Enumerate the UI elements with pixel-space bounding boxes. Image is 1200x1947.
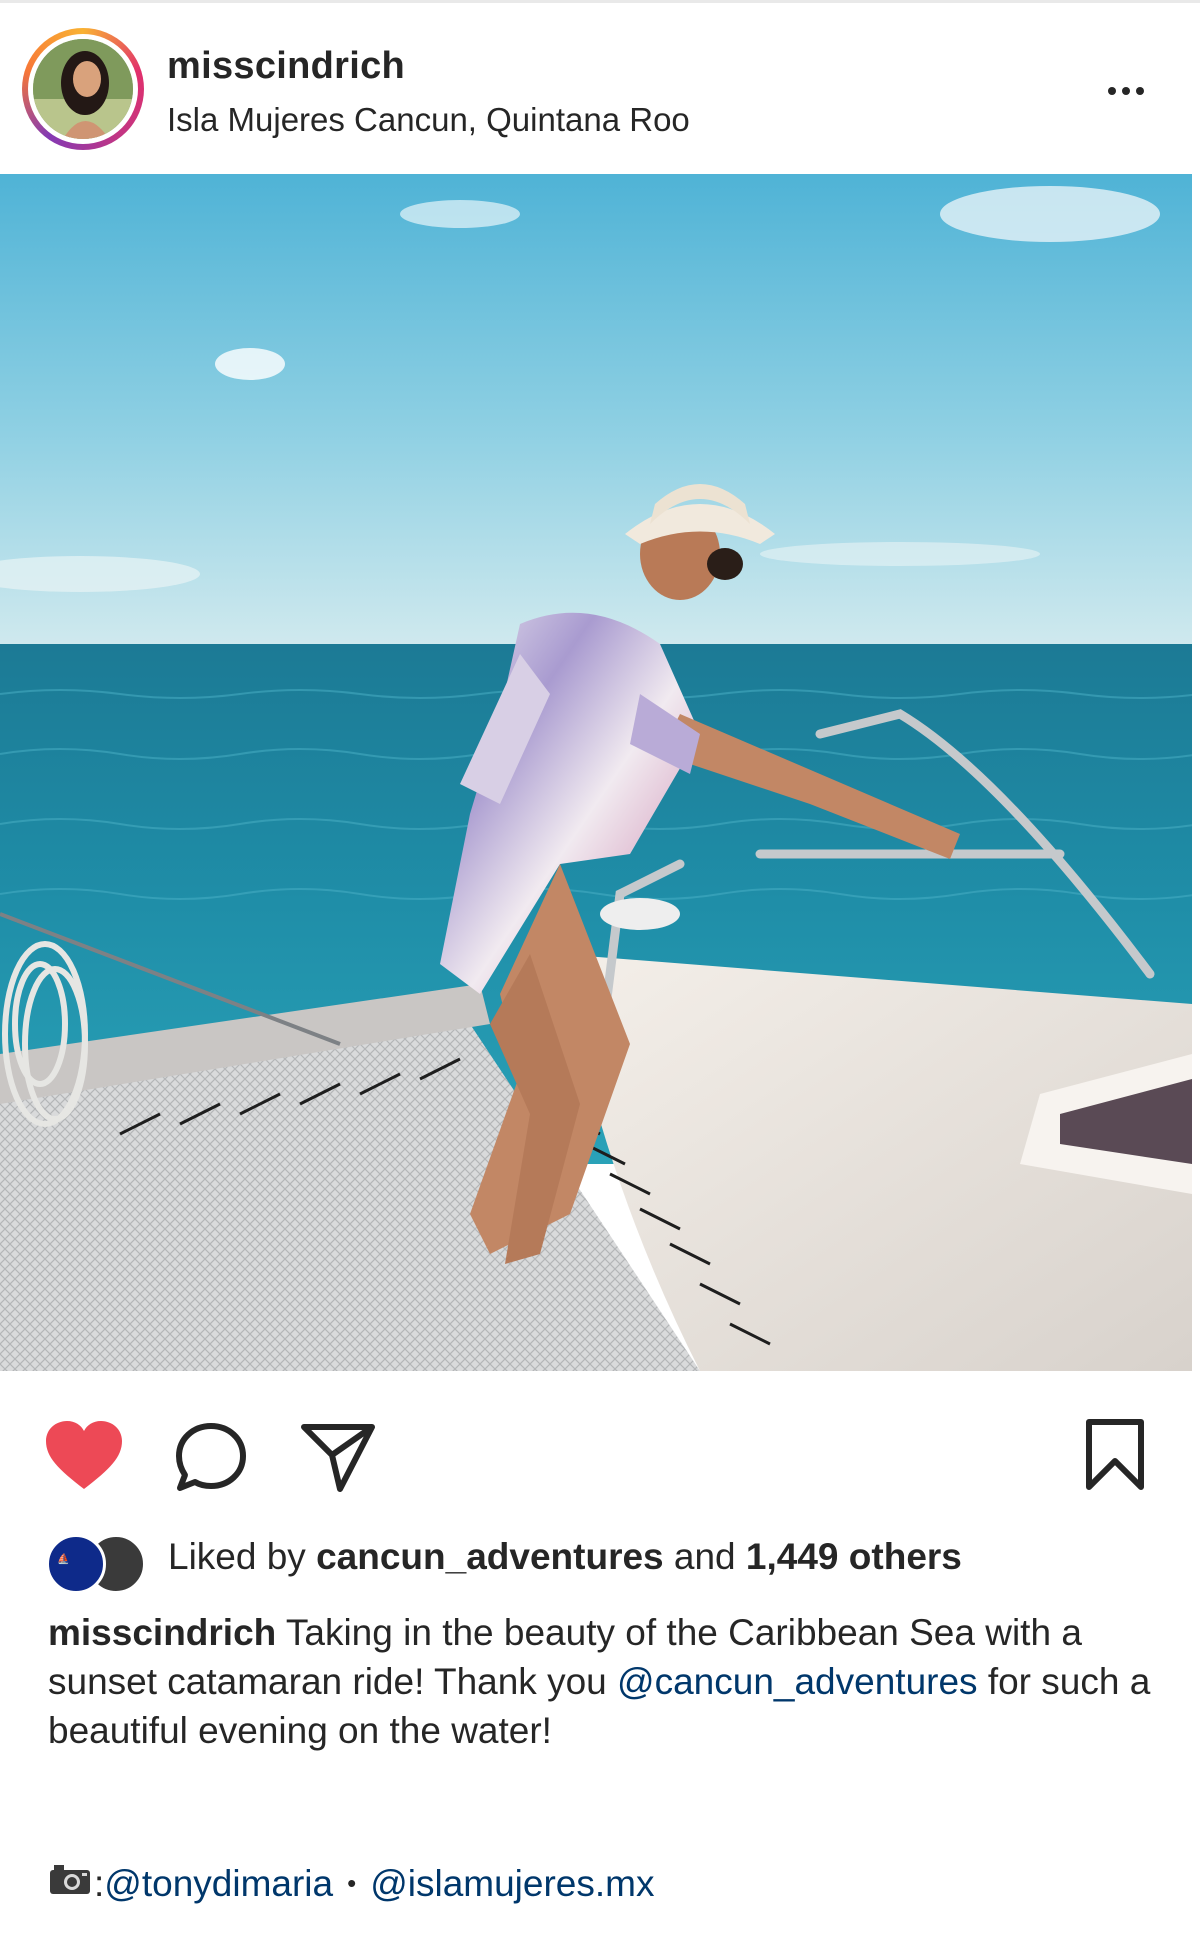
credit-mention[interactable]: @islamujeres.mx [370,1863,654,1905]
liker-username[interactable]: cancun_adventures [316,1536,664,1577]
comment-icon [176,1423,246,1491]
share-button[interactable] [300,1421,376,1498]
avatar-photo [33,39,133,139]
comment-button[interactable] [174,1421,248,1498]
post-location[interactable]: Isla Mujeres Cancun, Quintana Roo [167,101,690,139]
caption-mention[interactable]: @cancun_adventures [617,1661,978,1702]
story-ring[interactable] [22,28,144,150]
avatar[interactable] [33,39,133,139]
post-photo [0,174,1192,1371]
photo-credits: : @tonydimaria • @islamujeres.mx [48,1862,654,1905]
caption-username[interactable]: misscindrich [48,1612,276,1653]
likes-text: Liked by cancun_adventures and 1,449 oth… [168,1536,962,1577]
post-username[interactable]: misscindrich [167,45,405,88]
post-actions [0,1371,1200,1521]
like-button[interactable] [44,1419,124,1496]
liker-avatar[interactable]: ⛵ [46,1534,106,1594]
post-header: misscindrich Isla Mujeres Cancun, Quinta… [0,3,1200,174]
heart-filled-icon [46,1421,122,1489]
likes-count[interactable]: 1,449 others [746,1536,962,1577]
credit-mention[interactable]: @tonydimaria [104,1863,333,1905]
post-caption: misscindrich Taking in the beauty of the… [48,1608,1158,1755]
more-horizontal-icon [1108,87,1116,95]
save-button[interactable] [1082,1417,1148,1498]
likes-summary: ⛵ Liked by cancun_adventures and 1,449 o… [46,1530,1186,1594]
camera-icon [48,1862,92,1905]
send-icon [301,1424,375,1492]
post-image[interactable] [0,174,1192,1371]
separator-dot: • [347,1868,357,1898]
bookmark-icon [1086,1419,1144,1490]
more-options-button[interactable] [1096,71,1156,111]
